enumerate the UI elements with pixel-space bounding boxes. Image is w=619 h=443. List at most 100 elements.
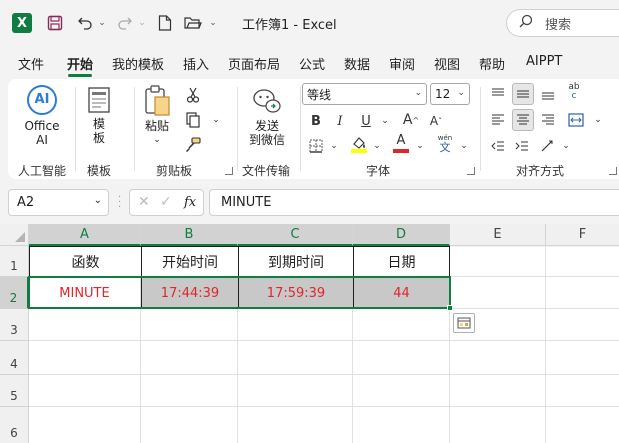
clipboard-launcher-icon[interactable] xyxy=(225,167,233,175)
cell-a1[interactable]: 函数 xyxy=(29,246,141,277)
tab-file[interactable]: 文件 xyxy=(18,54,44,73)
send-to-wechat-button[interactable]: 发送 到微信 xyxy=(243,87,291,147)
office-ai-button[interactable]: AI Office AI xyxy=(20,85,64,147)
tab-home[interactable]: 开始 xyxy=(67,54,93,73)
group-label-template: 模板 xyxy=(87,164,112,178)
cancel-icon[interactable]: ✕ xyxy=(138,194,150,210)
grow-font-letter: A xyxy=(402,112,413,128)
bold-button[interactable]: B xyxy=(306,111,326,131)
font-size-select[interactable]: 12 ⌄ xyxy=(430,83,470,105)
tab-formulas[interactable]: 公式 xyxy=(299,54,325,73)
tab-page-layout[interactable]: 页面布局 xyxy=(228,54,280,73)
italic-button[interactable]: I xyxy=(330,111,350,131)
column-header-f[interactable]: F xyxy=(546,224,619,246)
tab-view[interactable]: 视图 xyxy=(434,54,460,73)
align-bottom-icon[interactable] xyxy=(538,84,558,104)
confirm-icon[interactable]: ✓ xyxy=(160,194,172,210)
name-box[interactable]: A2 ⌄ xyxy=(8,189,109,216)
template-label-2: 板 xyxy=(92,131,105,145)
row-header-5[interactable]: 5 xyxy=(0,375,29,407)
align-left-icon[interactable] xyxy=(488,110,508,130)
borders-dropdown-icon[interactable]: ⌄ xyxy=(324,136,344,156)
cell-d1[interactable]: 日期 xyxy=(353,246,450,277)
align-right-icon[interactable] xyxy=(538,110,558,130)
paste-label: 粘贴 xyxy=(144,119,169,133)
merge-center-icon[interactable] xyxy=(566,110,586,130)
customize-qat-icon[interactable]: ⌄ xyxy=(206,12,220,34)
undo-dropdown-icon[interactable]: ⌄ xyxy=(96,12,108,34)
orientation-icon[interactable] xyxy=(538,136,558,156)
underline-button[interactable]: U xyxy=(356,111,376,131)
paste-button[interactable]: 粘贴 ⌄ xyxy=(142,85,172,147)
wrap-text-c: c xyxy=(571,91,577,101)
search-box[interactable]: 搜索 xyxy=(506,9,619,37)
font-color-dropdown-icon[interactable]: ⌄ xyxy=(410,136,430,156)
ribbon-tabs: 文件 开始 我的模板 插入 页面布局 公式 数据 审阅 视图 帮助 AIPPT xyxy=(0,46,619,78)
insert-function-icon[interactable]: fx xyxy=(184,195,196,210)
tab-insert[interactable]: 插入 xyxy=(183,54,209,73)
cell-b1[interactable]: 开始时间 xyxy=(141,246,238,277)
phonetic-guide-icon[interactable]: wén 文 xyxy=(435,133,455,153)
borders-icon[interactable] xyxy=(306,136,326,156)
tab-help[interactable]: 帮助 xyxy=(479,54,505,73)
row-header-2[interactable]: 2 xyxy=(0,277,29,309)
font-color-letter: A xyxy=(396,133,406,148)
name-box-value: A2 xyxy=(17,195,35,210)
tab-data[interactable]: 数据 xyxy=(344,54,370,73)
formula-input[interactable]: MINUTE xyxy=(209,189,619,216)
orientation-dropdown-icon[interactable]: ⌄ xyxy=(556,136,576,156)
fill-color-dropdown-icon[interactable]: ⌄ xyxy=(367,136,387,156)
column-header-c[interactable]: C xyxy=(238,224,353,246)
column-header-d[interactable]: D xyxy=(353,224,450,246)
tab-review[interactable]: 审阅 xyxy=(389,54,415,73)
tab-my-templates[interactable]: 我的模板 xyxy=(112,54,164,73)
cut-icon[interactable] xyxy=(183,85,203,105)
open-folder-icon[interactable] xyxy=(182,12,204,34)
underline-dropdown-icon[interactable]: ⌄ xyxy=(375,111,395,131)
font-color-icon[interactable]: A xyxy=(391,134,411,154)
cell-c1[interactable]: 到期时间 xyxy=(238,246,353,277)
phonetic-dropdown-icon[interactable]: ⌄ xyxy=(454,136,474,156)
group-separator xyxy=(480,87,481,171)
shrink-font-button[interactable]: Aˇ xyxy=(426,111,446,131)
window-title: 工作簿1 - Excel xyxy=(242,18,337,33)
font-name-select[interactable]: 等线 ⌄ xyxy=(302,83,427,105)
row-header-4[interactable]: 4 xyxy=(0,341,29,375)
align-center-icon[interactable] xyxy=(512,109,534,131)
paste-icon xyxy=(145,85,170,116)
decrease-indent-icon[interactable] xyxy=(488,136,508,156)
redo-icon[interactable] xyxy=(114,12,136,34)
send-label-1: 发送 xyxy=(254,119,279,133)
grow-font-button[interactable]: A ^ xyxy=(401,110,421,130)
formula-bar-splitter[interactable]: · · · xyxy=(118,193,121,213)
align-middle-icon[interactable] xyxy=(512,83,534,105)
align-top-icon[interactable] xyxy=(488,84,508,104)
redo-dropdown-icon[interactable]: ⌄ xyxy=(136,12,148,34)
alignment-launcher-icon[interactable] xyxy=(609,167,617,175)
increase-indent-icon[interactable] xyxy=(512,136,532,156)
fill-handle[interactable] xyxy=(447,305,453,311)
column-header-b[interactable]: B xyxy=(141,224,238,246)
save-icon[interactable] xyxy=(44,12,66,34)
undo-icon[interactable] xyxy=(74,12,96,34)
format-painter-icon[interactable] xyxy=(183,135,203,155)
row-header-1[interactable]: 1 xyxy=(0,246,29,277)
office-ai-label-2: AI xyxy=(36,133,48,147)
quick-analysis-icon[interactable] xyxy=(453,313,475,333)
column-header-e[interactable]: E xyxy=(450,224,546,246)
column-header-a[interactable]: A xyxy=(29,224,141,246)
copy-icon[interactable] xyxy=(183,110,203,130)
wrap-text-icon[interactable]: ab c xyxy=(564,82,584,102)
merge-dropdown-icon[interactable]: ⌄ xyxy=(588,110,608,130)
paste-dropdown-icon[interactable]: ⌄ xyxy=(153,133,161,147)
row-header-6[interactable]: 6 xyxy=(0,407,29,443)
template-button[interactable]: 模 板 xyxy=(86,87,112,145)
tab-aippt[interactable]: AIPPT xyxy=(526,54,562,69)
copy-dropdown-icon[interactable]: ⌄ xyxy=(206,110,226,130)
select-all-corner[interactable] xyxy=(0,224,29,246)
new-file-icon[interactable] xyxy=(154,12,176,34)
row-header-3[interactable]: 3 xyxy=(0,309,29,341)
fill-color-icon[interactable] xyxy=(349,134,369,154)
font-launcher-icon[interactable] xyxy=(467,167,475,175)
group-separator xyxy=(75,87,76,171)
